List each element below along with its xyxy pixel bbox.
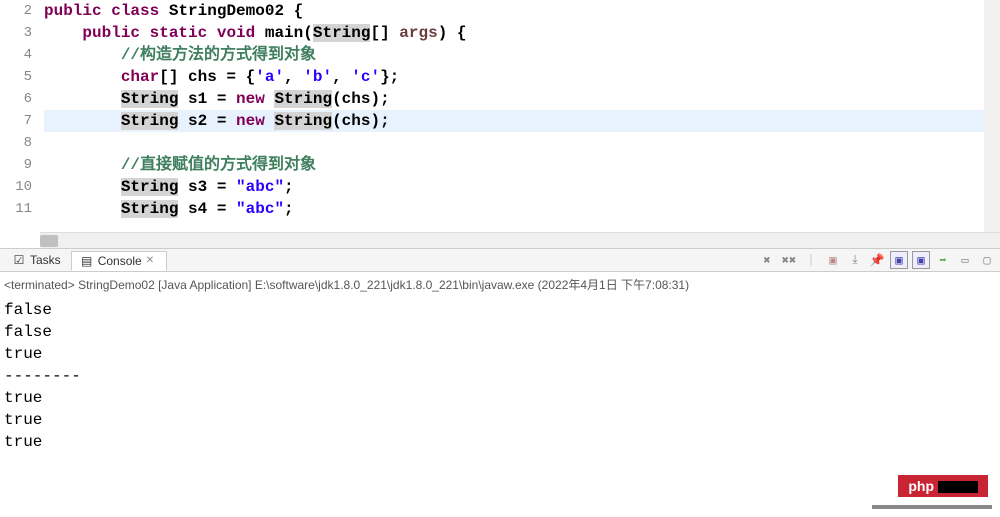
open-console-icon[interactable]: ➡ — [934, 251, 952, 269]
maximize-icon[interactable]: ▢ — [978, 251, 996, 269]
output-line: true — [4, 343, 996, 365]
display-selected-icon[interactable]: ▣ — [890, 251, 908, 269]
code-line[interactable]: char[] chs = {'a', 'b', 'c'}; — [44, 66, 1000, 88]
output-line: -------- — [4, 365, 996, 387]
remove-all-icon[interactable]: ✖✖ — [780, 251, 798, 269]
scroll-lock-icon[interactable]: ⤓ — [846, 251, 864, 269]
console-pane: <terminated> StringDemo02 [Java Applicat… — [0, 272, 1000, 459]
code-line[interactable]: String s3 = "abc"; — [44, 176, 1000, 198]
line-number-gutter: 234567891011 — [0, 0, 40, 232]
watermark-block — [938, 481, 978, 493]
code-line[interactable]: String s4 = "abc"; — [44, 198, 1000, 220]
line-number: 2 — [0, 0, 32, 22]
console-toolbar: ✖ ✖✖ | ▣ ⤓ 📌 ▣ ▣ ➡ ▭ ▢ — [758, 251, 996, 269]
line-number: 9 — [0, 154, 32, 176]
pin-console-icon[interactable]: 📌 — [868, 251, 886, 269]
line-number: 5 — [0, 66, 32, 88]
bottom-decoration — [872, 505, 992, 509]
console-output[interactable]: falsefalsetrue--------truetruetrue — [4, 295, 996, 457]
code-line[interactable]: String s2 = new String(chs); — [44, 110, 1000, 132]
close-icon[interactable]: ✕ — [146, 255, 158, 267]
show-console-icon[interactable]: ▣ — [912, 251, 930, 269]
output-line: false — [4, 299, 996, 321]
code-line[interactable]: //直接赋值的方式得到对象 — [44, 154, 1000, 176]
line-number: 6 — [0, 88, 32, 110]
tab-label: Console — [98, 254, 142, 268]
launch-info: StringDemo02 [Java Application] E:\softw… — [78, 278, 689, 292]
tasks-icon: ☑ — [12, 253, 26, 267]
remove-launch-icon[interactable]: ✖ — [758, 251, 776, 269]
code-line[interactable] — [44, 132, 1000, 154]
line-number: 11 — [0, 198, 32, 220]
line-number: 7 — [0, 110, 32, 132]
output-line: false — [4, 321, 996, 343]
code-line[interactable]: String s1 = new String(chs); — [44, 88, 1000, 110]
bottom-tabs-bar: ☑ Tasks ▤ Console ✕ ✖ ✖✖ | ▣ ⤓ 📌 ▣ ▣ ➡ ▭… — [0, 248, 1000, 272]
watermark-text: php — [908, 478, 934, 494]
line-number: 8 — [0, 132, 32, 154]
code-line[interactable]: public class StringDemo02 { — [44, 0, 1000, 22]
output-line: true — [4, 409, 996, 431]
output-line: true — [4, 431, 996, 453]
line-number: 10 — [0, 176, 32, 198]
line-number: 4 — [0, 44, 32, 66]
clear-console-icon[interactable]: ▣ — [824, 251, 842, 269]
console-status: <terminated> StringDemo02 [Java Applicat… — [4, 274, 996, 295]
code-line[interactable]: public static void main(String[] args) { — [44, 22, 1000, 44]
code-editor[interactable]: 234567891011 public class StringDemo02 {… — [0, 0, 1000, 232]
line-number: 3 — [0, 22, 32, 44]
tab-tasks[interactable]: ☑ Tasks — [4, 251, 69, 269]
watermark-badge: php — [898, 475, 988, 497]
code-line[interactable]: //构造方法的方式得到对象 — [44, 44, 1000, 66]
terminated-label: <terminated> — [4, 278, 75, 292]
scroll-thumb[interactable] — [40, 235, 58, 247]
vertical-scrollbar[interactable] — [984, 0, 1000, 232]
horizontal-scrollbar[interactable] — [40, 232, 1000, 248]
minimize-icon[interactable]: ▭ — [956, 251, 974, 269]
tab-console[interactable]: ▤ Console ✕ — [71, 251, 167, 271]
code-area[interactable]: public class StringDemo02 { public stati… — [40, 0, 1000, 232]
divider: | — [802, 251, 820, 269]
output-line: true — [4, 387, 996, 409]
tab-label: Tasks — [30, 253, 61, 267]
console-icon: ▤ — [80, 254, 94, 268]
